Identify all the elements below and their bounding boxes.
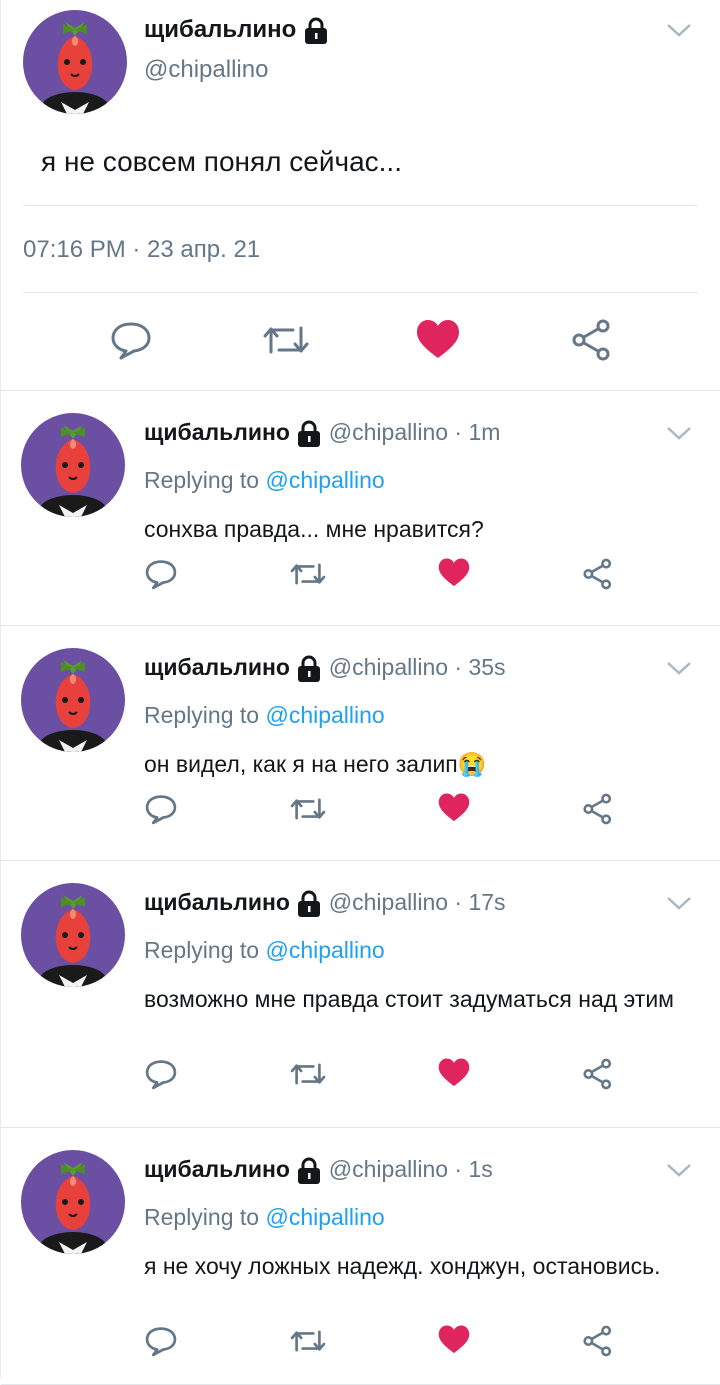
retweet-icon[interactable] xyxy=(289,557,327,591)
retweet-icon[interactable] xyxy=(289,1057,327,1091)
chevron-down-icon[interactable] xyxy=(666,1162,692,1178)
handle-and-time[interactable]: @chipallino · 1s xyxy=(329,1156,493,1182)
reply-tweet: щибальлино @chipallino · 35s Replying to… xyxy=(1,626,720,861)
tweet-header: щибальлино @chipallino · 17s xyxy=(144,889,506,918)
avatar[interactable] xyxy=(21,883,125,987)
tweet-text: возможно мне правда стоит задуматься над… xyxy=(144,986,674,1012)
chevron-down-icon[interactable] xyxy=(666,425,692,441)
reply-tweet: щибальлино @chipallino · 1m Replying to … xyxy=(1,391,720,626)
replying-to: Replying to @chipallino xyxy=(144,702,385,729)
reply-icon[interactable] xyxy=(144,557,178,591)
avatar[interactable] xyxy=(21,648,125,752)
mention-link[interactable]: @chipallino xyxy=(265,467,384,493)
share-icon[interactable] xyxy=(581,1057,615,1091)
share-icon[interactable] xyxy=(569,318,615,362)
chevron-down-icon[interactable] xyxy=(666,660,692,676)
like-icon[interactable] xyxy=(437,557,471,589)
tweet-text: я не хочу ложных надежд. хонджун, остано… xyxy=(144,1253,661,1279)
share-icon[interactable] xyxy=(581,557,615,591)
tweet-text: сонхва правда... мне нравится? xyxy=(144,516,484,542)
lock-icon xyxy=(298,890,321,917)
mention-link[interactable]: @chipallino xyxy=(265,1204,384,1230)
replying-to-label: Replying to xyxy=(144,702,266,728)
display-name[interactable]: щибальлино xyxy=(144,419,290,445)
chevron-down-icon[interactable] xyxy=(666,22,692,38)
like-icon[interactable] xyxy=(437,1057,471,1089)
tweet-text: он видел, как я на него залип😭 xyxy=(144,751,487,777)
divider xyxy=(23,292,698,293)
replying-to-label: Replying to xyxy=(144,467,266,493)
retweet-icon[interactable] xyxy=(261,318,311,362)
retweet-icon[interactable] xyxy=(289,1324,327,1358)
tweet-timestamp[interactable]: 07:16 PM · 23 апр. 21 xyxy=(23,236,260,264)
tweet-header: щибальлино @chipallino · 1s xyxy=(144,1156,493,1185)
reply-tweet: щибальлино @chipallino · 17s Replying to… xyxy=(1,861,720,1128)
lock-icon xyxy=(298,655,321,682)
display-name[interactable]: щибальлино xyxy=(144,1156,290,1182)
share-icon[interactable] xyxy=(581,1324,615,1358)
lock-icon xyxy=(305,17,328,44)
lock-icon xyxy=(298,420,321,447)
handle-and-time[interactable]: @chipallino · 17s xyxy=(329,889,506,915)
tweet-text: я не совсем понял сейчас... xyxy=(41,146,402,177)
tweet-header: щибальлино @chipallino · 35s xyxy=(144,654,506,683)
display-name[interactable]: щибальлино xyxy=(144,16,329,45)
handle[interactable]: @chipallino xyxy=(144,56,268,84)
replying-to-label: Replying to xyxy=(144,937,266,963)
display-name[interactable]: щибальлино xyxy=(144,654,290,680)
reply-icon[interactable] xyxy=(144,1324,178,1358)
retweet-icon[interactable] xyxy=(289,792,327,826)
main-tweet: щибальлино @chipallino я не совсем понял… xyxy=(1,0,720,391)
replying-to-label: Replying to xyxy=(144,1204,266,1230)
replying-to: Replying to @chipallino xyxy=(144,937,385,964)
reply-tweet: щибальлино @chipallino · 1s Replying to … xyxy=(1,1128,720,1385)
replying-to: Replying to @chipallino xyxy=(144,467,385,494)
reply-list: щибальлино @chipallino · 1m Replying to … xyxy=(1,391,720,1385)
reply-icon[interactable] xyxy=(144,792,178,826)
like-icon[interactable] xyxy=(437,1324,471,1356)
display-name[interactable]: щибальлино xyxy=(144,889,290,915)
mention-link[interactable]: @chipallino xyxy=(265,702,384,728)
share-icon[interactable] xyxy=(581,792,615,826)
tweet-header: щибальлино @chipallino · 1m xyxy=(144,419,500,448)
like-icon[interactable] xyxy=(437,792,471,824)
handle-and-time[interactable]: @chipallino · 1m xyxy=(329,419,501,445)
avatar[interactable] xyxy=(23,10,127,114)
chevron-down-icon[interactable] xyxy=(666,895,692,911)
mention-link[interactable]: @chipallino xyxy=(265,937,384,963)
avatar[interactable] xyxy=(21,413,125,517)
like-icon[interactable] xyxy=(415,318,461,362)
handle-and-time[interactable]: @chipallino · 35s xyxy=(329,654,506,680)
reply-icon[interactable] xyxy=(144,1057,178,1091)
reply-icon[interactable] xyxy=(109,318,153,362)
avatar[interactable] xyxy=(21,1150,125,1254)
replying-to: Replying to @chipallino xyxy=(144,1204,385,1231)
divider xyxy=(23,205,698,206)
lock-icon xyxy=(298,1157,321,1184)
